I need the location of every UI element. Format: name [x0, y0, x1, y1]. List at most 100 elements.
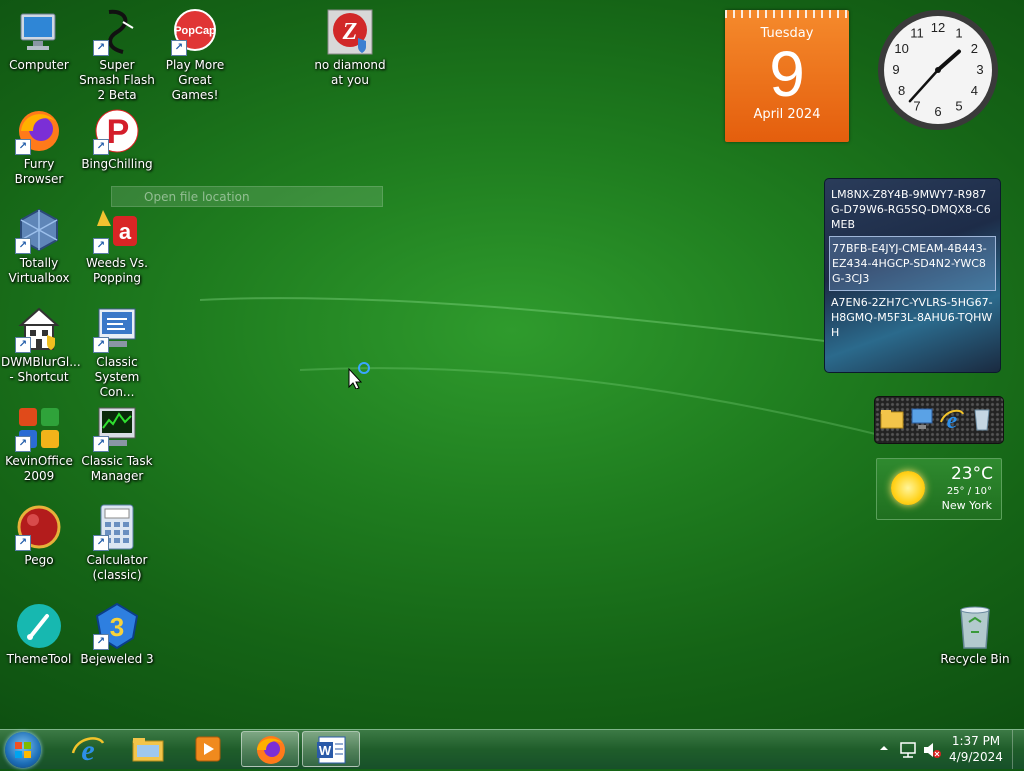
brush-icon: [15, 602, 63, 650]
desktop-icon-super-smash-flash[interactable]: ↗ Super Smash Flash 2 Beta: [79, 8, 155, 103]
svg-text:a: a: [119, 219, 132, 244]
icon-label: Play More Great Games!: [165, 58, 225, 102]
start-button[interactable]: [5, 732, 41, 768]
network-computer-icon[interactable]: [909, 406, 935, 432]
network-icon[interactable]: [899, 740, 919, 760]
notes-gadget[interactable]: LM8NX-Z8Y4B-9MWY7-R987G-D79W6-RG5SQ-DMQX…: [824, 178, 1001, 373]
calendar-day: 9: [769, 38, 805, 110]
folder-icon: [132, 738, 164, 762]
clock-numeral: 6: [934, 104, 941, 119]
clock-gadget[interactable]: 1 2 3 4 5 6 7 8 9 10 11 12: [876, 8, 1000, 132]
shortcut-arrow-icon: ↗: [15, 139, 31, 155]
icon-label: Super Smash Flash 2 Beta: [79, 58, 155, 102]
clock-numeral: 5: [955, 98, 962, 113]
system-config-icon: ↗: [93, 305, 141, 353]
clock-numeral: 9: [892, 62, 899, 77]
icon-label: Furry Browser: [14, 157, 64, 186]
shortcut-arrow-icon: ↗: [93, 139, 109, 155]
icon-label: no diamond at you: [314, 58, 386, 87]
desktop-icon-no-diamond[interactable]: Z no diamond at you: [312, 8, 388, 88]
show-hidden-icons-icon[interactable]: [878, 742, 890, 754]
clock-numeral: 11: [910, 26, 924, 41]
icon-label: Classic Task Manager: [81, 454, 153, 483]
shortcut-arrow-icon: ↗: [93, 634, 109, 650]
svg-text:3: 3: [110, 612, 124, 642]
svg-text:P: P: [107, 113, 130, 151]
desktop-icon-bingchilling[interactable]: P ↗ BingChilling: [79, 107, 155, 172]
icon-label: ThemeTool: [6, 652, 72, 666]
calendar-gadget[interactable]: Tuesday 9 April 2024: [725, 10, 849, 142]
volume-muted-icon[interactable]: [922, 740, 942, 760]
shortcut-arrow-icon: ↗: [15, 337, 31, 353]
game-logo-icon: a ↗: [93, 206, 141, 254]
taskbar-firefox[interactable]: [241, 731, 299, 767]
icon-label: BingChilling: [81, 157, 153, 171]
bejeweled-icon: 3 ↗: [93, 602, 141, 650]
desktop-icon-totally-virtualbox[interactable]: ↗ Totally Virtualbox: [1, 206, 77, 286]
desktop-icon-classic-system-config[interactable]: ↗ Classic System Con...: [79, 305, 155, 400]
icon-label: Recycle Bin: [940, 652, 1010, 666]
desktop-icon-classic-task-manager[interactable]: ↗ Classic Task Manager: [79, 404, 155, 484]
internet-explorer-icon: e: [71, 734, 105, 767]
show-desktop-button[interactable]: [1012, 730, 1024, 769]
shortcut-arrow-icon: ↗: [93, 436, 109, 452]
icon-label: Bejeweled 3: [80, 652, 154, 666]
taskbar-internet-explorer[interactable]: e: [59, 731, 117, 767]
shortcut-arrow-icon: ↗: [93, 40, 109, 56]
taskbar-date: 4/9/2024: [949, 750, 1003, 764]
desktop-icon-pego[interactable]: ↗ Pego: [1, 503, 77, 568]
shortcut-arrow-icon: ↗: [93, 337, 109, 353]
shortcut-arrow-icon: ↗: [15, 436, 31, 452]
shortcut-arrow-icon: ↗: [93, 535, 109, 551]
svg-text:Z: Z: [342, 19, 358, 45]
red-ball-icon: ↗: [15, 503, 63, 551]
taskbar-file-explorer[interactable]: [119, 731, 177, 767]
weather-high-low: 25° / 10°: [946, 486, 992, 497]
busy-cursor-icon: [348, 362, 370, 389]
svg-text:W: W: [319, 743, 332, 758]
desktop-icon-recycle-bin[interactable]: Recycle Bin: [937, 602, 1013, 667]
shortcut-arrow-icon: ↗: [15, 535, 31, 551]
icon-label: DWMBlurGl... - Shortcut: [1, 355, 81, 384]
desktop-icon-calculator[interactable]: ↗ Calculator (classic): [79, 503, 155, 583]
desktop-icon-dwmblurglass[interactable]: ↗ DWMBlurGl... - Shortcut: [1, 305, 81, 385]
taskbar-word[interactable]: W: [302, 731, 360, 767]
clock-numeral: 4: [971, 83, 978, 98]
clock-numeral: 2: [971, 41, 978, 56]
wallpaper-swoosh: [200, 297, 900, 441]
shortcut-arrow-icon: ↗: [93, 238, 109, 254]
weather-gadget[interactable]: 23°C 25° / 10° New York: [876, 458, 1002, 520]
desktop-icon-bejeweled-3[interactable]: 3 ↗ Bejeweled 3: [79, 602, 155, 667]
icon-label: KevinOffice 2009: [5, 454, 73, 483]
note-entry[interactable]: LM8NX-Z8Y4B-9MWY7-R987G-D79W6-RG5SQ-DMQX…: [829, 183, 996, 236]
launcher-gadget: e: [874, 396, 1004, 444]
calendar-month-year: April 2024: [753, 107, 821, 122]
shortcut-arrow-icon: ↗: [15, 238, 31, 254]
internet-explorer-icon[interactable]: e: [939, 406, 965, 432]
icon-label: Pego: [24, 553, 54, 567]
word-icon: W: [317, 736, 346, 764]
computer-icon: [15, 8, 63, 56]
desktop-icon-popcap[interactable]: PopCap ↗ Play More Great Games!: [157, 8, 233, 103]
weather-city: New York: [941, 499, 992, 512]
note-entry-selected[interactable]: 77BFB-E4JYJ-CMEAM-4B443-EZ434-4HGCP-SD4N…: [829, 236, 996, 291]
svg-text:PopCap: PopCap: [174, 25, 216, 37]
desktop-icon-kevinoffice[interactable]: ↗ KevinOffice 2009: [1, 404, 77, 484]
desktop-icon-weeds-vs-popping[interactable]: a ↗ Weeds Vs. Popping: [79, 206, 155, 286]
calculator-icon: ↗: [93, 503, 141, 551]
taskbar-clock[interactable]: 1:37 PM 4/9/2024: [946, 733, 1006, 765]
clock-numeral: 12: [931, 20, 945, 35]
desktop-icon-computer[interactable]: Computer: [1, 8, 77, 73]
media-player-icon: [195, 736, 221, 762]
note-entry[interactable]: A7EN6-2ZH7C-YVLRS-5HG67-H8GMQ-M5F3L-8AHU…: [829, 291, 996, 344]
desktop-icon-themetool[interactable]: ThemeTool: [1, 602, 77, 667]
context-menu-item-open-file-location[interactable]: Open file location: [111, 186, 383, 207]
windows-logo-icon: [15, 742, 31, 758]
building-icon: ↗: [15, 305, 63, 353]
desktop-icon-furry-browser[interactable]: ↗ Furry Browser: [1, 107, 77, 187]
folder-icon[interactable]: [879, 406, 905, 432]
recycle-bin-icon[interactable]: [969, 406, 995, 432]
taskbar-media-player[interactable]: [179, 731, 237, 767]
clock-numeral: 1: [955, 26, 962, 41]
icon-label: Calculator (classic): [86, 553, 148, 582]
